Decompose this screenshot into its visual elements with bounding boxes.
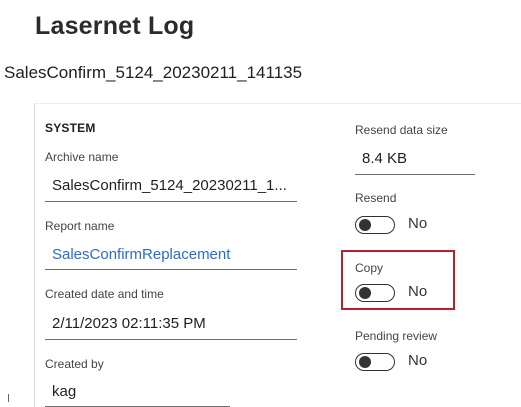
report-name-link[interactable]: SalesConfirmReplacement xyxy=(52,246,296,263)
created-datetime-field[interactable]: 2/11/2023 02:11:35 PM xyxy=(52,315,296,332)
lasernet-log-page: Lasernet Log SalesConfirm_5124_20230211_… xyxy=(0,0,521,407)
report-name-underline xyxy=(45,269,297,270)
resend-toggle-knob xyxy=(359,219,371,231)
resend-data-size-underline xyxy=(355,174,475,175)
created-datetime-label: Created date and time xyxy=(45,287,164,301)
edge-divider xyxy=(8,394,9,402)
pending-review-label: Pending review xyxy=(355,329,438,343)
resend-toggle-state: No xyxy=(408,215,428,232)
created-by-label: Created by xyxy=(45,357,104,371)
pending-review-toggle-track[interactable] xyxy=(355,353,395,371)
resend-label: Resend xyxy=(355,191,397,205)
archive-name-field[interactable]: SalesConfirm_5124_20230211_1... xyxy=(52,177,296,194)
report-name-label: Report name xyxy=(45,219,115,233)
archive-name-underline xyxy=(45,201,297,202)
created-by-field[interactable]: kag xyxy=(52,383,222,400)
section-system-heading: SYSTEM xyxy=(45,121,96,135)
resend-toggle-track[interactable] xyxy=(355,216,395,234)
pending-review-toggle[interactable]: No xyxy=(355,352,455,373)
record-subtitle: SalesConfirm_5124_20230211_141135 xyxy=(4,63,303,82)
resend-toggle[interactable]: No xyxy=(355,215,455,236)
resend-data-size-field[interactable]: 8.4 KB xyxy=(362,150,472,167)
resend-data-size-label: Resend data size xyxy=(355,123,448,137)
created-datetime-underline xyxy=(45,339,297,340)
pending-review-toggle-state: No xyxy=(408,352,428,369)
page-title: Lasernet Log xyxy=(35,12,195,40)
copy-highlight-box xyxy=(341,250,455,310)
archive-name-label: Archive name xyxy=(45,150,119,164)
pending-review-toggle-knob xyxy=(359,356,371,368)
